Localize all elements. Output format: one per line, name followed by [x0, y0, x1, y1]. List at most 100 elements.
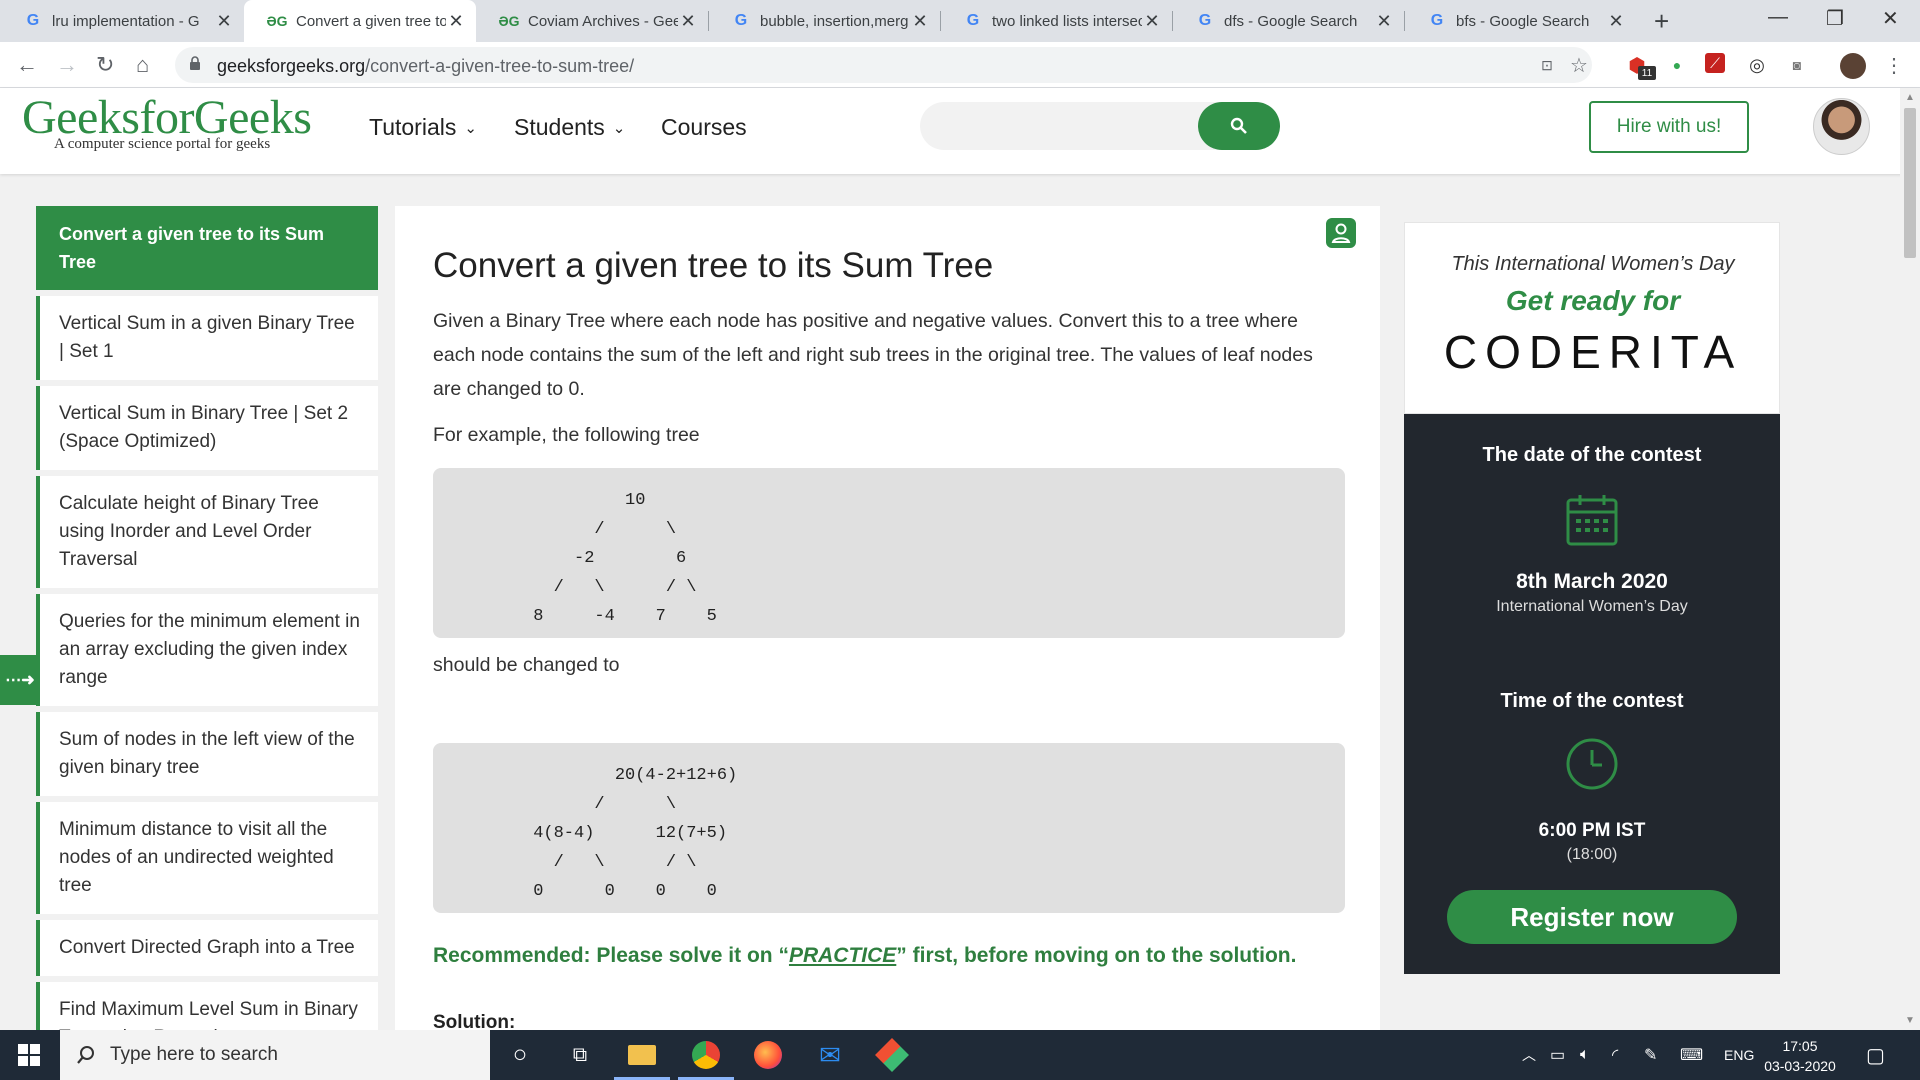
volume-icon[interactable]: 🔈︎ — [1580, 1030, 1590, 1080]
chrome-icon[interactable] — [688, 1038, 724, 1072]
tab-title: bubble, insertion,merg — [760, 12, 909, 30]
google-icon: G — [1430, 12, 1444, 29]
restore-icon[interactable]: ❐ — [1826, 6, 1844, 31]
nav-tutorials[interactable]: Tutorials ⌄ — [369, 114, 477, 141]
recommend-prefix: Recommended: Please solve it on “ — [433, 944, 789, 967]
sidebar-item[interactable]: Vertical Sum in a given Binary Tree | Se… — [36, 296, 378, 380]
nav-label: Courses — [661, 114, 747, 140]
keyboard-icon[interactable]: ⌨ — [1680, 1030, 1703, 1080]
url-text: geeksforgeeks.org/convert-a-given-tree-t… — [217, 56, 634, 77]
reload-icon[interactable]: ↻ — [96, 52, 114, 78]
browser-tab[interactable]: G bfs - Google Search ✕ — [1404, 0, 1636, 42]
extension-camera-icon[interactable]: ◙ — [1785, 53, 1809, 77]
browser-tab[interactable]: ƏG Coviam Archives - Gee ✕ — [476, 0, 708, 42]
coderita-advertisement[interactable]: This International Women’s Day Get ready… — [1404, 222, 1780, 974]
close-tab-icon[interactable]: ✕ — [678, 11, 698, 32]
bookmark-star-icon[interactable]: ☆ — [1567, 53, 1591, 77]
wifi-icon[interactable]: ◜ — [1612, 1030, 1618, 1080]
search-icon — [77, 1046, 94, 1064]
close-tab-icon[interactable]: ✕ — [214, 11, 234, 32]
browser-tab-active[interactable]: ƏG Convert a given tree to ✕ — [244, 0, 476, 42]
tray-up-arrow-icon[interactable]: ︿ — [1522, 1030, 1536, 1080]
calendar-icon — [1566, 495, 1618, 546]
sidebar-item[interactable]: Vertical Sum in Binary Tree | Set 2 (Spa… — [36, 386, 378, 470]
address-bar[interactable]: geeksforgeeks.org/convert-a-given-tree-t… — [175, 47, 1592, 83]
translate-icon[interactable]: ⊡ — [1535, 53, 1559, 77]
page-scrollbar[interactable]: ▲ ▼ — [1900, 88, 1920, 1030]
firefox-icon[interactable] — [750, 1038, 786, 1072]
browser-tab[interactable]: G bubble, insertion,merg ✕ — [708, 0, 940, 42]
minimize-icon[interactable]: — — [1768, 6, 1788, 29]
extension-globe-icon[interactable]: ● — [1665, 53, 1689, 77]
sidebar-item[interactable]: Minimum distance to visit all the nodes … — [36, 802, 378, 914]
git-tool-icon[interactable] — [874, 1038, 910, 1072]
new-tab-icon[interactable]: + — [1654, 6, 1669, 37]
google-icon: G — [734, 12, 748, 29]
extension-pdf-icon[interactable]: ⟋ — [1705, 53, 1725, 73]
site-search — [920, 102, 1280, 150]
task-view-icon[interactable]: ⧉ — [562, 1038, 598, 1072]
file-explorer-icon[interactable] — [624, 1038, 660, 1072]
scrollbar-thumb[interactable] — [1904, 108, 1916, 258]
ad-date-value: 8th March 2020 — [1516, 570, 1668, 593]
browser-menu-icon[interactable]: ⋮ — [1882, 53, 1906, 77]
start-button[interactable] — [0, 1030, 58, 1080]
person-icon — [1331, 223, 1351, 243]
nav-label: Tutorials — [369, 114, 457, 140]
browser-tab[interactable]: G two linked lists intersec ✕ — [940, 0, 1172, 42]
ad-date-heading: The date of the contest — [1482, 444, 1702, 466]
google-icon: G — [26, 12, 40, 29]
close-tab-icon[interactable]: ✕ — [1606, 11, 1626, 32]
scroll-down-icon[interactable]: ▼ — [1905, 1015, 1915, 1026]
tab-title: lru implementation - G — [52, 12, 200, 30]
ad-banner-top: This International Women’s Day Get ready… — [1404, 222, 1780, 414]
notification-icon[interactable]: ▢ — [1866, 1030, 1885, 1080]
hire-with-us-button[interactable]: Hire with us! — [1589, 101, 1749, 153]
window-close-icon[interactable]: ✕ — [1882, 6, 1899, 31]
profile-avatar[interactable] — [1840, 53, 1866, 79]
nav-courses[interactable]: Courses — [661, 114, 747, 141]
scroll-up-icon[interactable]: ▲ — [1905, 92, 1915, 103]
browser-tab[interactable]: G dfs - Google Search ✕ — [1172, 0, 1404, 42]
home-icon[interactable]: ⌂ — [136, 52, 149, 78]
language-indicator[interactable]: ENG — [1724, 1030, 1754, 1080]
extension-loop-icon[interactable]: ◎ — [1745, 53, 1769, 77]
sidebar-item[interactable]: Find Maximum Level Sum in Binary Tree us… — [36, 982, 378, 1030]
taskbar-clock[interactable]: 17:05 03-03-2020 — [1760, 1036, 1840, 1076]
sidebar-item[interactable]: Queries for the minimum element in an ar… — [36, 594, 378, 706]
register-now-button[interactable]: Register now — [1447, 890, 1737, 944]
sidebar-item[interactable]: Sum of nodes in the left view of the giv… — [36, 712, 378, 796]
sidebar-item[interactable]: Calculate height of Binary Tree using In… — [36, 476, 378, 588]
search-input[interactable] — [940, 112, 1180, 140]
example-label: For example, the following tree — [433, 424, 700, 446]
battery-icon[interactable]: ▭ — [1550, 1030, 1565, 1080]
url-host: geeksforgeeks.org — [217, 56, 366, 76]
ad-headline: Get ready for — [1505, 285, 1681, 316]
back-icon[interactable]: ← — [16, 52, 38, 78]
taskbar-search-box[interactable]: Type here to search — [60, 1030, 490, 1080]
arrow-right-icon: ⋯➜ — [5, 672, 35, 689]
site-tagline: A computer science portal for geeks — [54, 136, 271, 152]
sidebar-item[interactable]: Convert Directed Graph into a Tree — [36, 920, 378, 976]
mail-icon[interactable]: ✉ — [812, 1038, 848, 1072]
practice-link[interactable]: PRACTICE — [789, 944, 896, 967]
close-tab-icon[interactable]: ✕ — [910, 11, 930, 32]
sidebar-item-active[interactable]: Convert a given tree to its Sum Tree — [36, 206, 378, 290]
pen-icon[interactable]: ✎ — [1644, 1030, 1657, 1080]
user-profile-icon[interactable] — [1326, 218, 1356, 248]
ad-brand: CODERITA — [1443, 326, 1743, 378]
close-tab-icon[interactable]: ✕ — [1142, 11, 1162, 32]
firefox-circle — [754, 1041, 782, 1069]
nav-students[interactable]: Students ⌄ — [514, 114, 625, 141]
tab-title: two linked lists intersec — [992, 12, 1142, 30]
browser-tab[interactable]: G lru implementation - G ✕ — [0, 0, 244, 42]
browser-tab-strip: G lru implementation - G ✕ ƏG Convert a … — [0, 0, 1920, 42]
close-tab-icon[interactable]: ✕ — [446, 11, 466, 32]
search-button[interactable] — [1198, 102, 1280, 150]
article-intro: Given a Binary Tree where each node has … — [433, 310, 1313, 400]
user-avatar[interactable] — [1813, 98, 1870, 155]
close-tab-icon[interactable]: ✕ — [1374, 11, 1394, 32]
cortana-icon[interactable]: ○ — [502, 1038, 538, 1072]
sidebar-toggle-button[interactable]: ⋯➜ — [0, 655, 40, 705]
forward-icon[interactable]: → — [56, 52, 78, 78]
